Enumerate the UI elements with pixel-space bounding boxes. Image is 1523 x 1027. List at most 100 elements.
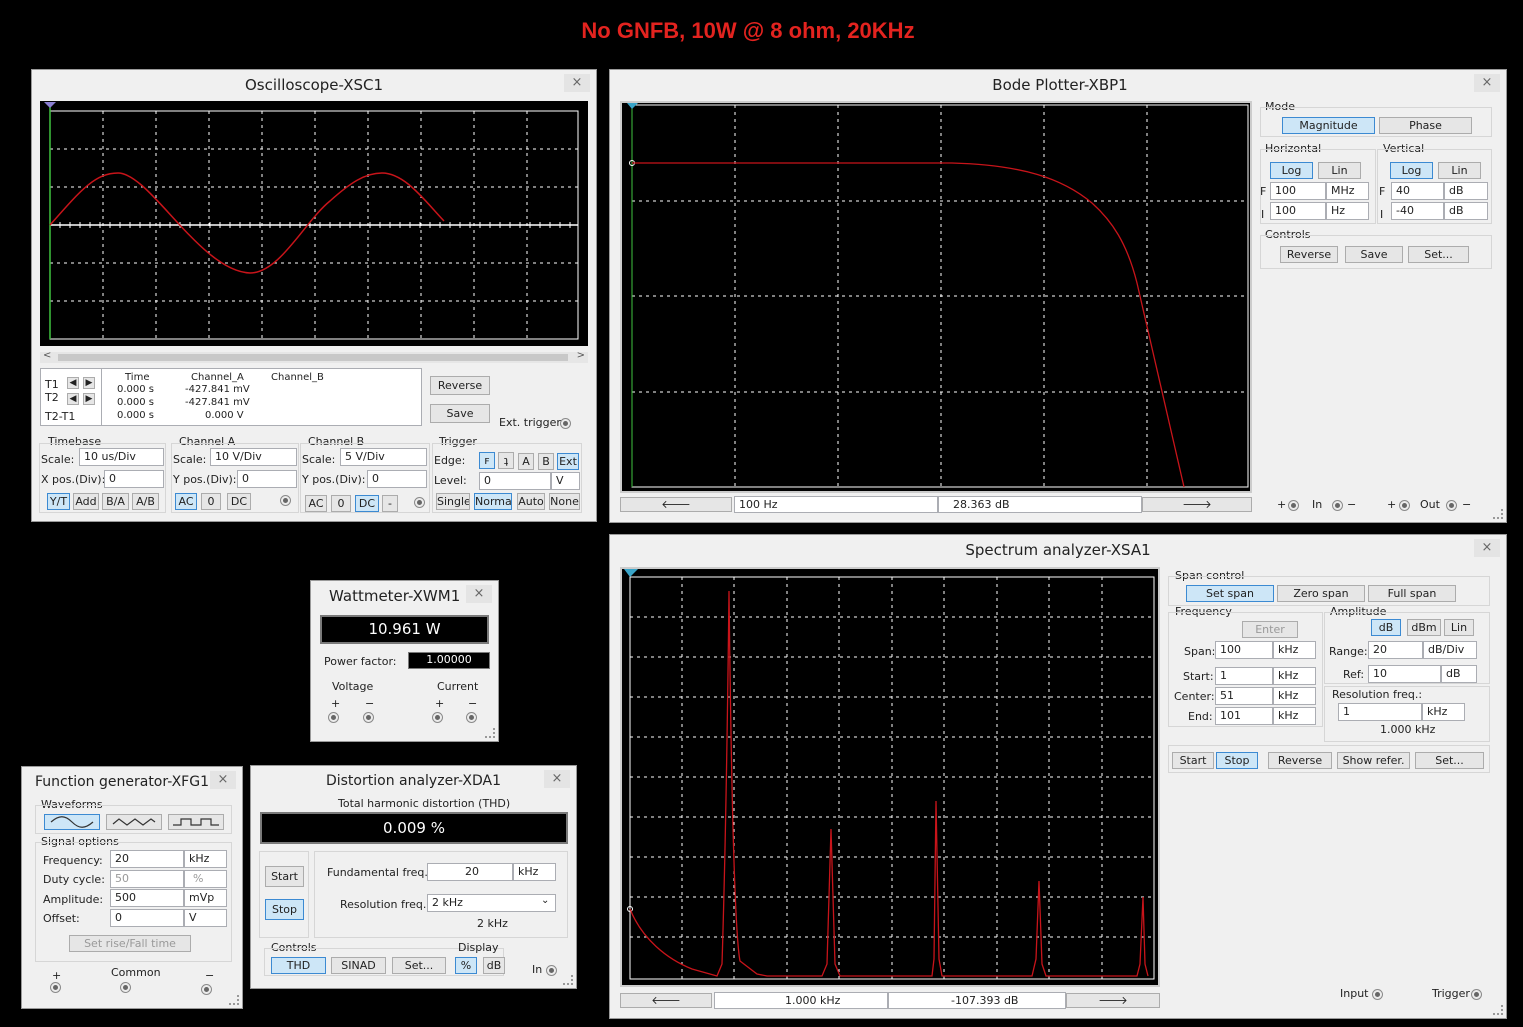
range-input[interactable]: 20 xyxy=(1368,641,1423,659)
chevron-down-icon[interactable]: ⌄ xyxy=(541,895,549,906)
fg-plus-terminal[interactable] xyxy=(50,982,61,993)
triangle-wave-icon[interactable] xyxy=(106,814,162,830)
fundamental-freq-input[interactable]: 20 xyxy=(427,863,513,881)
wattmeter-close-button[interactable]: × xyxy=(466,585,492,603)
offset-unit[interactable]: V xyxy=(184,909,227,927)
horizontal-initial-input[interactable]: 100 xyxy=(1270,202,1326,220)
ext-trigger-terminal[interactable] xyxy=(560,418,571,429)
bode-right-arrow-icon[interactable]: 🡒 xyxy=(1142,497,1252,512)
distortion-close-button[interactable]: × xyxy=(544,770,570,788)
oscilloscope-reverse-button[interactable]: Reverse xyxy=(430,376,490,395)
channel-b-scale-input[interactable]: 5 V/Div xyxy=(340,448,427,466)
current-minus-terminal[interactable] xyxy=(466,712,477,723)
phase-button[interactable]: Phase xyxy=(1379,117,1472,134)
channel-b-ac-button[interactable]: AC xyxy=(305,495,327,512)
channel-a-terminal[interactable] xyxy=(280,495,291,506)
t2-left-arrow-icon[interactable]: ◀ xyxy=(67,393,79,405)
set-span-button[interactable]: Set span xyxy=(1186,585,1274,602)
sinad-button[interactable]: SINAD xyxy=(331,957,386,974)
oscilloscope-scrollbar[interactable]: < > xyxy=(40,350,588,363)
bode-set-button[interactable]: Set... xyxy=(1408,246,1469,263)
end-freq-unit[interactable]: kHz xyxy=(1273,707,1316,725)
full-span-button[interactable]: Full span xyxy=(1368,585,1456,602)
channel-b-terminal[interactable] xyxy=(414,497,425,508)
duty-cycle-unit[interactable]: % xyxy=(184,870,227,888)
bode-in-plus-terminal[interactable] xyxy=(1288,500,1299,511)
square-wave-icon[interactable] xyxy=(168,814,224,830)
spectrum-right-arrow-icon[interactable]: 🡒 xyxy=(1066,993,1160,1008)
center-freq-unit[interactable]: kHz xyxy=(1273,687,1316,705)
vertical-final-unit[interactable]: dB xyxy=(1444,182,1488,200)
spectrum-resize-grip[interactable] xyxy=(1493,1005,1503,1015)
fg-common-terminal[interactable] xyxy=(120,982,131,993)
display-db-button[interactable]: dB xyxy=(483,957,505,974)
center-freq-input[interactable]: 51 xyxy=(1215,687,1273,705)
amplitude-setting-input[interactable]: 500 xyxy=(110,889,184,907)
amplitude-lin-button[interactable]: Lin xyxy=(1444,619,1474,636)
distortion-res-select[interactable]: 2 kHz xyxy=(427,894,556,912)
channel-b-zero-button[interactable]: 0 xyxy=(331,495,351,512)
magnitude-button[interactable]: Magnitude xyxy=(1282,117,1375,134)
trigger-ext-button[interactable]: Ext xyxy=(557,453,579,470)
ref-unit[interactable]: dB xyxy=(1441,665,1477,683)
bode-reverse-button[interactable]: Reverse xyxy=(1280,246,1338,263)
fg-minus-terminal[interactable] xyxy=(201,984,212,995)
fundamental-freq-unit[interactable]: kHz xyxy=(513,863,556,881)
ref-input[interactable]: 10 xyxy=(1368,665,1441,683)
distortion-in-terminal[interactable] xyxy=(546,965,557,976)
ba-button[interactable]: B/A xyxy=(102,493,129,510)
spectrum-reverse-button[interactable]: Reverse xyxy=(1268,752,1332,769)
function-generator-resize-grip[interactable] xyxy=(229,995,239,1005)
spectrum-stop-button[interactable]: Stop xyxy=(1216,752,1258,769)
bode-out-plus-terminal[interactable] xyxy=(1399,500,1410,511)
channel-b-ypos-input[interactable]: 0 xyxy=(367,470,427,488)
trigger-a-button[interactable]: A xyxy=(518,453,534,470)
voltage-minus-terminal[interactable] xyxy=(363,712,374,723)
channel-a-ypos-input[interactable]: 0 xyxy=(237,470,297,488)
wattmeter-resize-grip[interactable] xyxy=(485,728,495,738)
ab-button[interactable]: A/B xyxy=(132,493,159,510)
channel-b-dc-button[interactable]: DC xyxy=(355,495,379,512)
channel-a-dc-button[interactable]: DC xyxy=(227,493,251,510)
vertical-lin-button[interactable]: Lin xyxy=(1438,162,1481,179)
t1-right-arrow-icon[interactable]: ▶ xyxy=(83,377,95,389)
zero-span-button[interactable]: Zero span xyxy=(1277,585,1365,602)
horizontal-log-button[interactable]: Log xyxy=(1270,162,1313,179)
spectrum-left-arrow-icon[interactable]: 🡐 xyxy=(620,993,712,1008)
spectrum-res-unit[interactable]: kHz xyxy=(1422,703,1465,721)
vertical-initial-input[interactable]: -40 xyxy=(1391,202,1444,220)
distortion-resize-grip[interactable] xyxy=(563,975,573,985)
voltage-plus-terminal[interactable] xyxy=(328,712,339,723)
horizontal-initial-unit[interactable]: Hz xyxy=(1326,202,1369,220)
end-freq-input[interactable]: 101 xyxy=(1215,707,1273,725)
vertical-log-button[interactable]: Log xyxy=(1390,162,1433,179)
amplitude-setting-unit[interactable]: mVp xyxy=(184,889,227,907)
spectrum-input-terminal[interactable] xyxy=(1372,989,1383,1000)
bode-close-button[interactable]: × xyxy=(1474,74,1500,92)
frequency-setting-unit[interactable]: kHz xyxy=(184,850,227,868)
t2-right-arrow-icon[interactable]: ▶ xyxy=(83,393,95,405)
bode-in-minus-terminal[interactable] xyxy=(1332,500,1343,511)
rising-edge-icon[interactable]: ꜰ xyxy=(479,452,495,469)
spectrum-close-button[interactable]: × xyxy=(1474,539,1500,557)
oscilloscope-save-button[interactable]: Save xyxy=(430,404,490,423)
channel-b-minus-button[interactable]: - xyxy=(382,495,398,512)
bode-out-minus-terminal[interactable] xyxy=(1446,500,1457,511)
amplitude-db-button[interactable]: dB xyxy=(1371,619,1401,636)
start-freq-input[interactable]: 1 xyxy=(1215,667,1273,685)
start-freq-unit[interactable]: kHz xyxy=(1273,667,1316,685)
falling-edge-icon[interactable]: ʇ xyxy=(498,452,514,469)
distortion-start-button[interactable]: Start xyxy=(265,866,304,887)
thd-button[interactable]: THD xyxy=(271,957,326,974)
t1-left-arrow-icon[interactable]: ◀ xyxy=(67,377,79,389)
horizontal-final-input[interactable]: 100 xyxy=(1270,182,1326,200)
channel-a-scale-input[interactable]: 10 V/Div xyxy=(210,448,297,466)
bode-resize-grip[interactable] xyxy=(1493,509,1503,519)
timebase-scale-input[interactable]: 10 us/Div xyxy=(79,448,164,466)
spectrum-start-button[interactable]: Start xyxy=(1172,752,1214,769)
distortion-set-button[interactable]: Set... xyxy=(392,957,446,974)
duty-cycle-input[interactable]: 50 xyxy=(110,870,184,888)
function-generator-close-button[interactable]: × xyxy=(210,771,236,789)
trigger-single-button[interactable]: Single xyxy=(436,493,470,510)
show-refer-button[interactable]: Show refer. xyxy=(1337,752,1410,769)
